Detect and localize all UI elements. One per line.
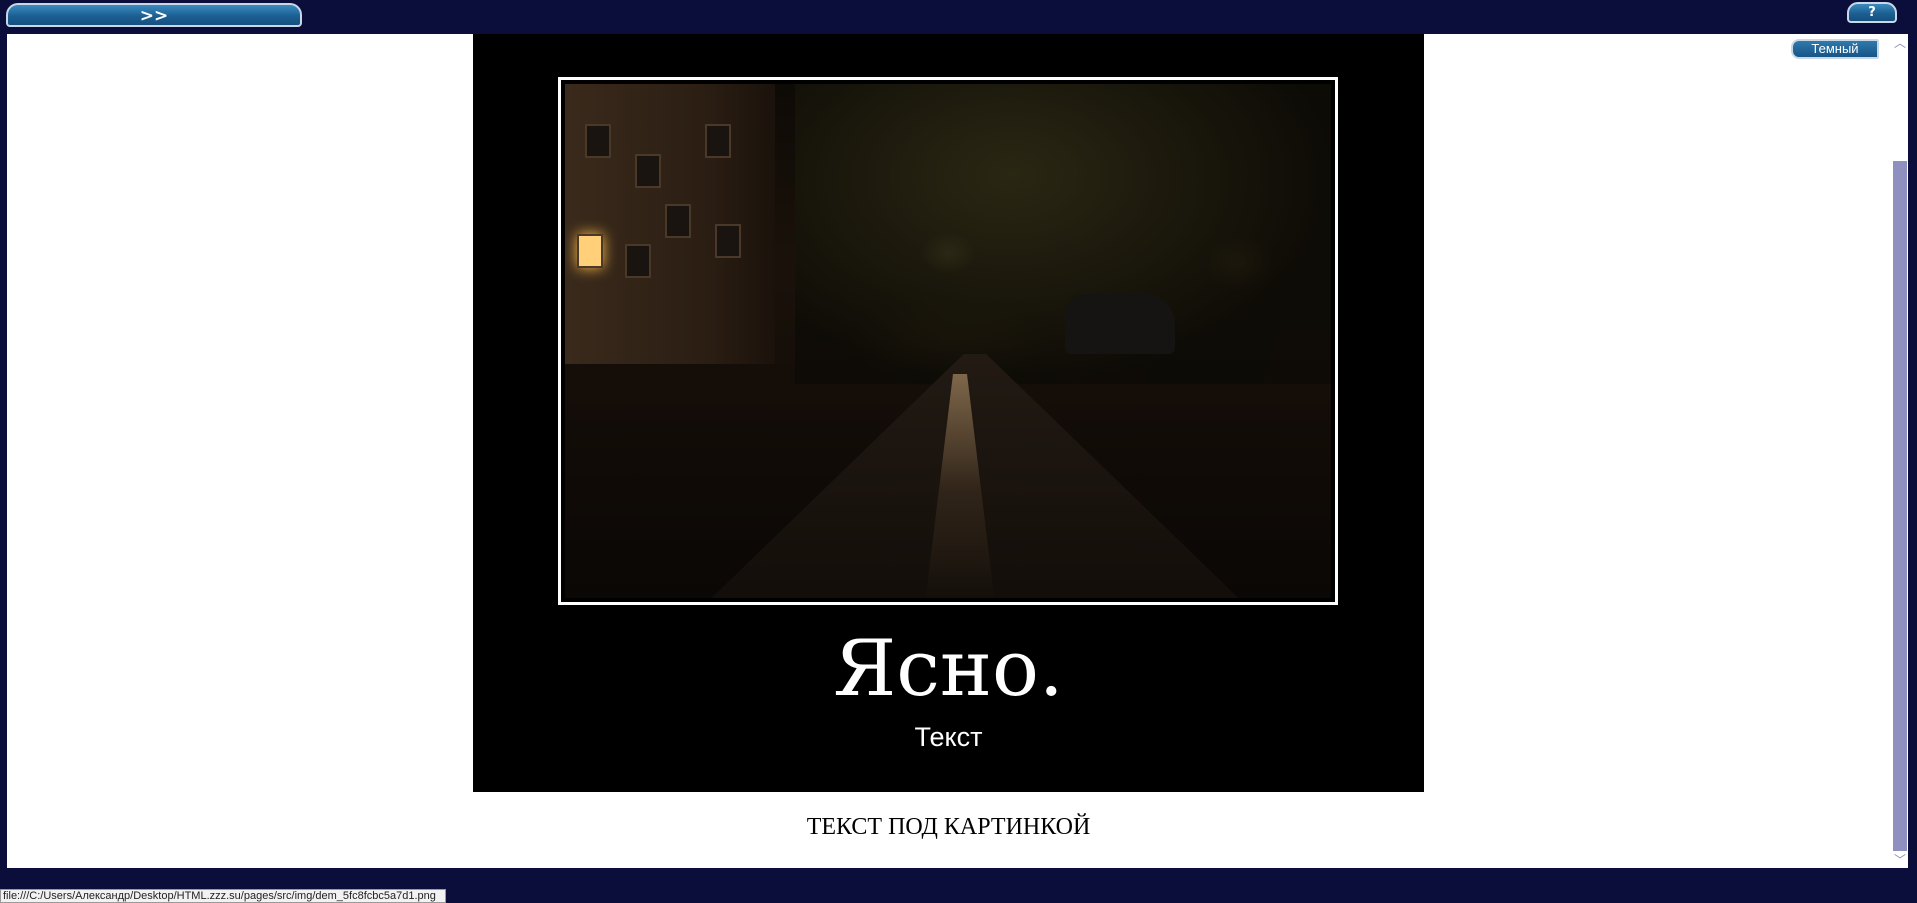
apartment-building [565, 84, 775, 364]
theme-toggle-button[interactable]: Темный [1791, 39, 1879, 59]
parked-car [1065, 294, 1175, 354]
poster-subtitle: Текст [914, 722, 983, 752]
status-bar-url: file:///C:/Users/Александр/Desktop/HTML.… [0, 889, 446, 903]
help-button[interactable]: ? [1847, 2, 1897, 23]
expand-sidebar-button[interactable]: >> [6, 3, 302, 27]
content-viewport: Темный Ясно. Текст ТЕКСТ ПОД КАРТИНКОЙ [7, 34, 1891, 868]
scroll-thumb[interactable] [1893, 161, 1907, 851]
top-bar: >> ? [0, 0, 1917, 34]
night-street-photo [565, 84, 1331, 598]
scroll-up-arrow-icon[interactable]: ︿ [1894, 34, 1906, 51]
trees [795, 84, 1331, 384]
caption-below-image: ТЕКСТ ПОД КАРТИНКОЙ [806, 814, 1091, 840]
demotivator-poster: Ясно. Текст [473, 34, 1424, 792]
scroll-down-arrow-icon[interactable]: ﹀ [1894, 851, 1906, 868]
vertical-scrollbar[interactable]: ︿ ﹀ [1891, 34, 1908, 868]
poster-title: Ясно. [833, 624, 1064, 714]
photo-frame [558, 77, 1338, 605]
